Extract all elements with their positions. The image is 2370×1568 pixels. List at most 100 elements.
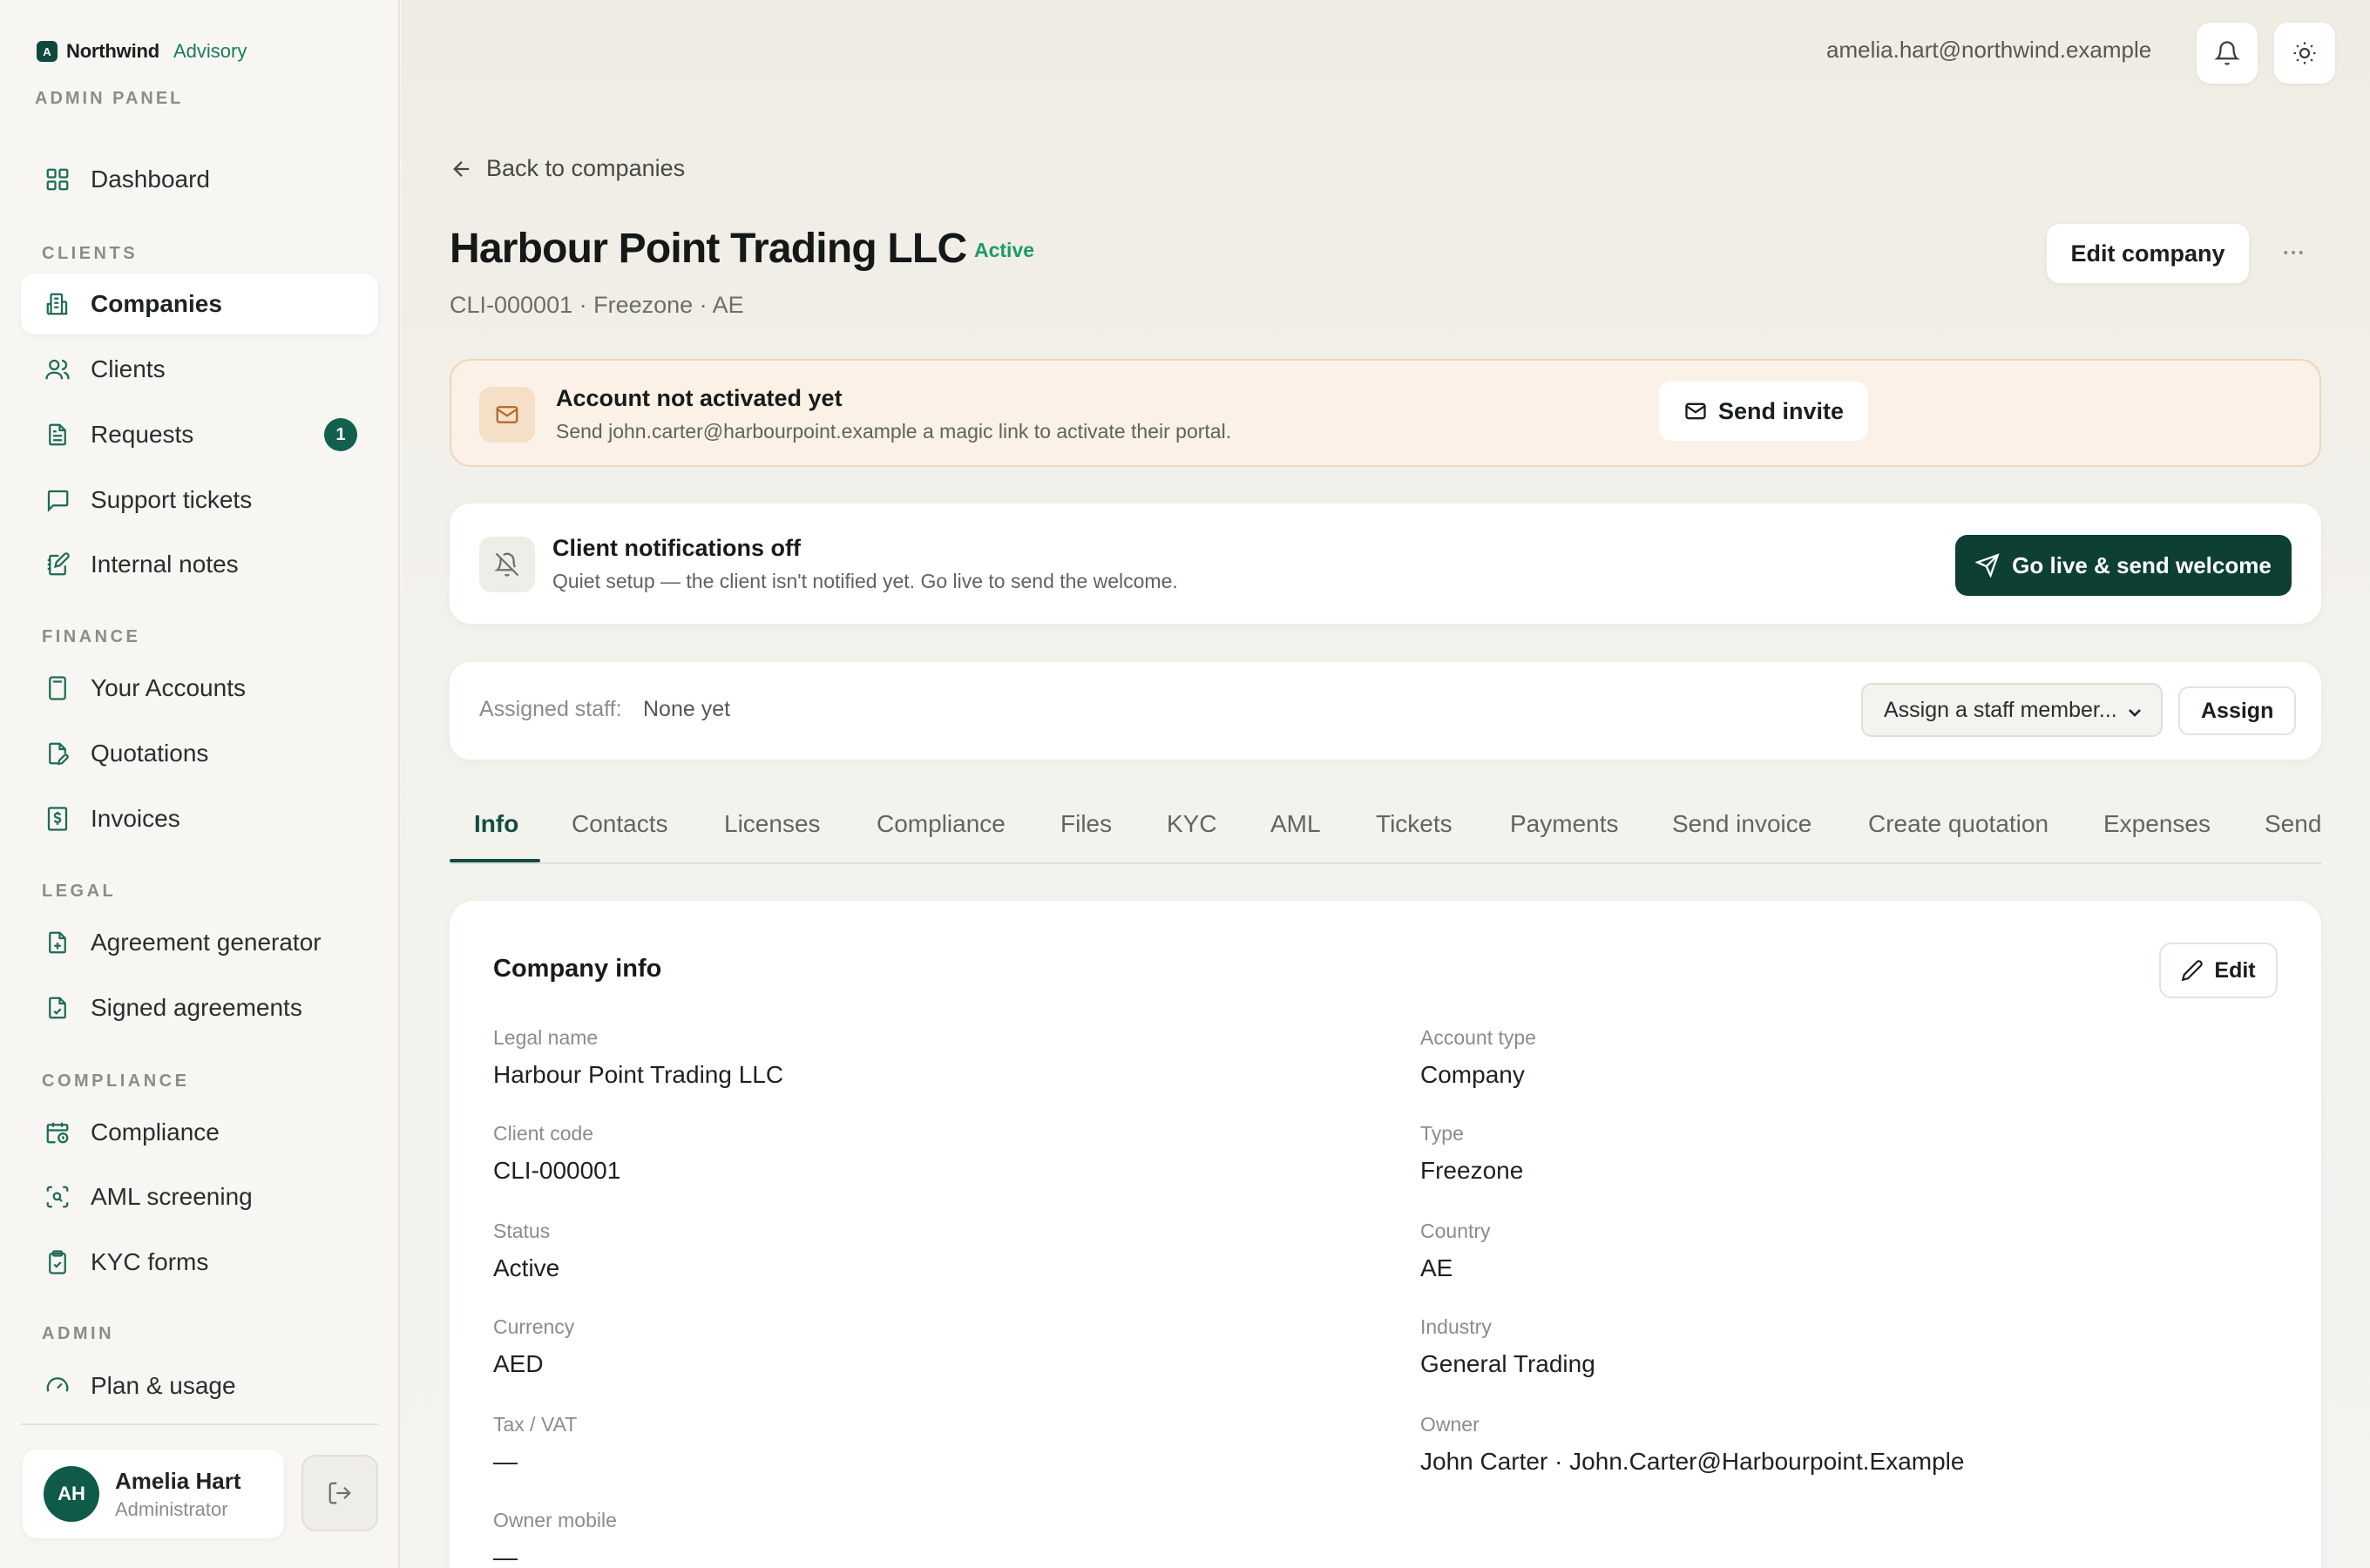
edit-info-button[interactable]: Edit xyxy=(2159,943,2278,998)
notifications-button[interactable] xyxy=(2197,23,2258,84)
tab-tickets[interactable]: Tickets xyxy=(1376,810,1452,838)
sidebar-item-label: Plan & usage xyxy=(91,1372,236,1399)
sidebar-item-label: Clients xyxy=(91,355,166,382)
tab-payments[interactable]: Payments xyxy=(1510,810,1619,838)
field-label-owner-mobile: Owner mobile xyxy=(493,1509,617,1531)
sidebar-item-support-tickets[interactable]: Support tickets xyxy=(21,470,378,531)
brand[interactable]: A Northwind Advisory xyxy=(37,40,247,63)
sidebar-item-label: Your Accounts xyxy=(91,674,246,701)
logout-button[interactable] xyxy=(301,1455,378,1531)
notebook-pen-icon xyxy=(42,549,73,580)
staff-select-value: Assign a staff member... xyxy=(1884,697,2117,722)
tab-create-quotation[interactable]: Create quotation xyxy=(1868,810,2048,838)
more-horizontal-icon xyxy=(2280,240,2306,266)
tab-expenses[interactable]: Expenses xyxy=(2103,810,2211,838)
staff-member-select[interactable]: Assign a staff member... xyxy=(1861,683,2163,737)
tab-contacts[interactable]: Contacts xyxy=(572,810,668,838)
sidebar-item-label: Compliance xyxy=(91,1119,220,1146)
sidebar-item-dashboard[interactable]: Dashboard xyxy=(21,149,378,210)
sidebar-divider xyxy=(21,1423,378,1425)
more-options-button[interactable] xyxy=(2276,235,2311,270)
sidebar-item-label: KYC forms xyxy=(91,1248,209,1275)
pencil-icon xyxy=(2181,959,2204,982)
mail-icon xyxy=(479,387,535,443)
tab-aml[interactable]: AML xyxy=(1270,810,1321,838)
sidebar: A Northwind Advisory ADMIN PANEL Dashboa… xyxy=(0,0,400,1568)
back-to-companies-link[interactable]: Back to companies xyxy=(450,155,685,182)
assign-button[interactable]: Assign xyxy=(2178,686,2297,735)
section-title: Company info xyxy=(493,955,662,983)
tab-send-invoice[interactable]: Send invoice xyxy=(1672,810,1811,838)
log-out-icon xyxy=(327,1480,353,1506)
file-check-icon xyxy=(42,992,73,1024)
tab-info[interactable]: Info xyxy=(474,810,518,838)
section-compliance: COMPLIANCE xyxy=(42,1071,190,1091)
sidebar-item-label: AML screening xyxy=(91,1183,253,1210)
sidebar-item-compliance[interactable]: Compliance xyxy=(21,1102,378,1163)
field-label-legal-name: Legal name xyxy=(493,1026,599,1049)
sidebar-item-label: Internal notes xyxy=(91,551,239,578)
field-value-status: Active xyxy=(493,1254,560,1281)
theme-toggle-button[interactable] xyxy=(2274,23,2335,84)
field-label-owner: Owner xyxy=(1420,1413,1480,1436)
section-clients: CLIENTS xyxy=(42,244,139,263)
field-value-industry: General Trading xyxy=(1420,1350,1595,1377)
field-label-account-type: Account type xyxy=(1420,1026,1536,1049)
field-value-client-code: CLI-000001 xyxy=(493,1157,621,1184)
tab-send[interactable]: Send xyxy=(2265,810,2321,838)
tab-kyc[interactable]: KYC xyxy=(1167,810,1217,838)
brand-sub: Advisory xyxy=(173,40,247,62)
sidebar-item-signed-agreements[interactable]: Signed agreements xyxy=(21,977,378,1038)
mail-icon xyxy=(1683,399,1708,423)
user-name: Amelia Hart xyxy=(115,1467,241,1494)
sidebar-item-label: Requests xyxy=(91,421,194,448)
sidebar-item-clients[interactable]: Clients xyxy=(21,339,378,400)
field-label-currency: Currency xyxy=(493,1315,575,1338)
field-value-currency: AED xyxy=(493,1350,544,1377)
sidebar-item-your-accounts[interactable]: Your Accounts xyxy=(21,658,378,719)
field-value-account-type: Company xyxy=(1420,1061,1525,1088)
status-badge: Active xyxy=(974,239,1035,261)
sidebar-item-quotations[interactable]: Quotations xyxy=(21,723,378,784)
edit-company-button[interactable]: Edit company xyxy=(2046,223,2250,284)
scan-search-icon xyxy=(42,1181,73,1213)
sidebar-item-companies[interactable]: Companies xyxy=(21,274,378,335)
sidebar-item-invoices[interactable]: Invoices xyxy=(21,788,378,849)
sidebar-item-requests[interactable]: Requests 1 xyxy=(21,404,378,465)
avatar: AH xyxy=(44,1466,99,1522)
bell-icon xyxy=(2214,40,2240,66)
tab-files[interactable]: Files xyxy=(1060,810,1112,838)
sidebar-item-label: Invoices xyxy=(91,805,180,832)
assigned-staff-value: None yet xyxy=(643,697,731,721)
field-label-status: Status xyxy=(493,1220,551,1242)
user-role: Administrator xyxy=(115,1497,228,1520)
section-finance: FINANCE xyxy=(42,627,141,646)
field-value-legal-name: Harbour Point Trading LLC xyxy=(493,1061,784,1088)
message-square-icon xyxy=(42,484,73,516)
go-live-label: Go live & send welcome xyxy=(2012,551,2272,578)
company-tabs: Info Contacts Licenses Compliance Files … xyxy=(450,784,2321,864)
sidebar-item-kyc-forms[interactable]: KYC forms xyxy=(21,1232,378,1293)
sidebar-item-aml-screening[interactable]: AML screening xyxy=(21,1166,378,1227)
field-label-country: Country xyxy=(1420,1220,1491,1242)
field-value-owner: John Carter · John.Carter@Harbourpoint.E… xyxy=(1420,1448,1965,1475)
go-live-button[interactable]: Go live & send welcome xyxy=(1955,535,2292,596)
document-icon xyxy=(42,419,73,450)
sidebar-item-agreement-generator[interactable]: Agreement generator xyxy=(21,912,378,973)
field-value-owner-mobile: — xyxy=(493,1544,518,1568)
field-label-client-code: Client code xyxy=(493,1122,594,1145)
calculator-icon xyxy=(42,672,73,704)
user-card[interactable]: AH Amelia Hart Administrator xyxy=(23,1450,284,1538)
tab-licenses[interactable]: Licenses xyxy=(724,810,821,838)
arrow-left-icon xyxy=(450,157,474,181)
sidebar-item-internal-notes[interactable]: Internal notes xyxy=(21,534,378,595)
banner-description: Send john.carter@harbourpoint.example a … xyxy=(556,420,1232,443)
chevron-down-icon xyxy=(2124,702,2145,723)
sidebar-item-label: Quotations xyxy=(91,740,209,767)
sidebar-item-plan-usage[interactable]: Plan & usage xyxy=(21,1355,378,1416)
send-invite-button[interactable]: Send invite xyxy=(1659,382,1868,441)
sidebar-item-label: Dashboard xyxy=(91,166,210,193)
banner-title: Client notifications off xyxy=(552,535,801,561)
sidebar-item-label: Support tickets xyxy=(91,486,253,513)
tab-compliance[interactable]: Compliance xyxy=(877,810,1006,838)
